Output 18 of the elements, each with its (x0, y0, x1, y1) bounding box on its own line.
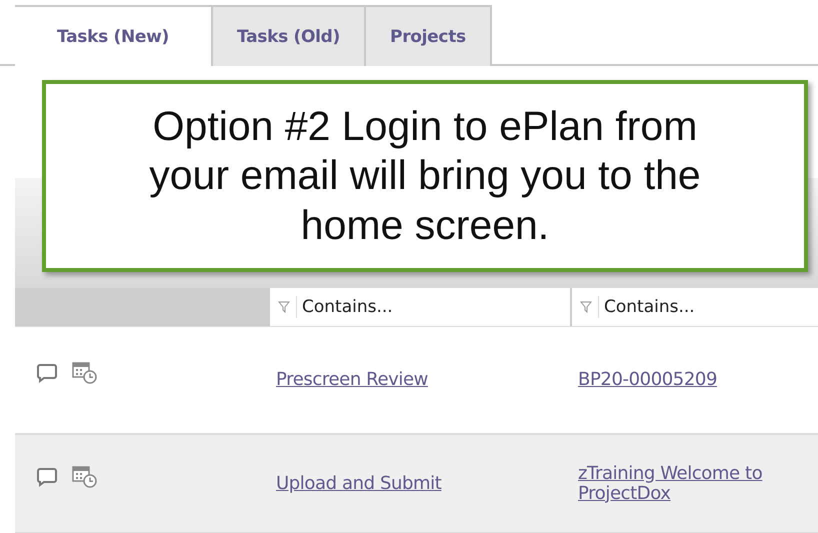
project-link[interactable]: zTraining Welcome to ProjectDox (570, 464, 818, 504)
filter-icon[interactable] (580, 301, 592, 313)
callout-text: Option #2 Login to ePlan from your email will bring you to the home screen. (148, 102, 702, 250)
tab[interactable]: Tasks (Old) (211, 5, 366, 66)
filter-field[interactable]: Contains... (570, 288, 818, 326)
task-link[interactable]: Prescreen Review (268, 369, 428, 390)
calendar-clock-icon[interactable] (72, 464, 98, 488)
comment-icon[interactable] (36, 466, 58, 486)
tab[interactable]: Projects (364, 5, 492, 66)
task-link[interactable]: Upload and Submit (268, 472, 442, 494)
project-link[interactable]: BP20-00005209 (570, 370, 818, 390)
comment-icon[interactable] (36, 363, 58, 383)
calendar-clock-icon[interactable] (72, 361, 98, 385)
filter-icon[interactable] (278, 301, 290, 313)
filter-input[interactable]: Contains... (296, 296, 504, 318)
filter-input[interactable]: Contains... (598, 296, 806, 318)
filter-field[interactable]: Contains... (268, 288, 570, 326)
tab[interactable]: Tasks (New) (15, 5, 213, 66)
